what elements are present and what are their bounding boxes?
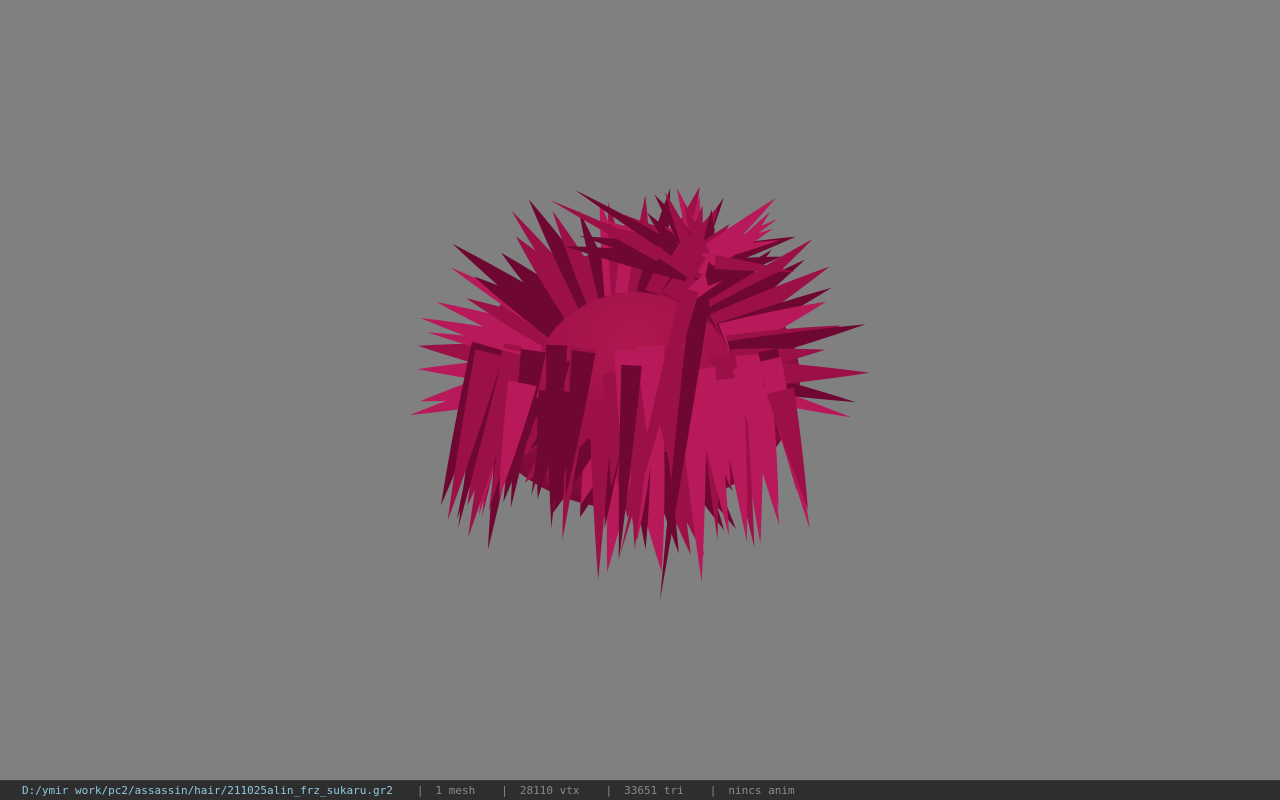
status-bar: D:/ymir work/pc2/assassin/hair/211025ali… (0, 780, 1280, 800)
hair-model[interactable] (0, 0, 1280, 780)
mesh-count: 1 mesh (435, 784, 476, 797)
file-path: D:/ymir work/pc2/assassin/hair/211025ali… (22, 784, 393, 797)
status-separator: | (501, 784, 508, 797)
status-separator: | (709, 784, 717, 797)
3d-viewport[interactable] (0, 0, 1280, 780)
animation-status: nincs anim (728, 784, 795, 797)
vertex-count: 28110 vtx (519, 784, 580, 797)
status-separator: | (416, 784, 424, 797)
status-separator: | (605, 784, 613, 797)
triangle-count: 33651 tri (624, 784, 684, 797)
